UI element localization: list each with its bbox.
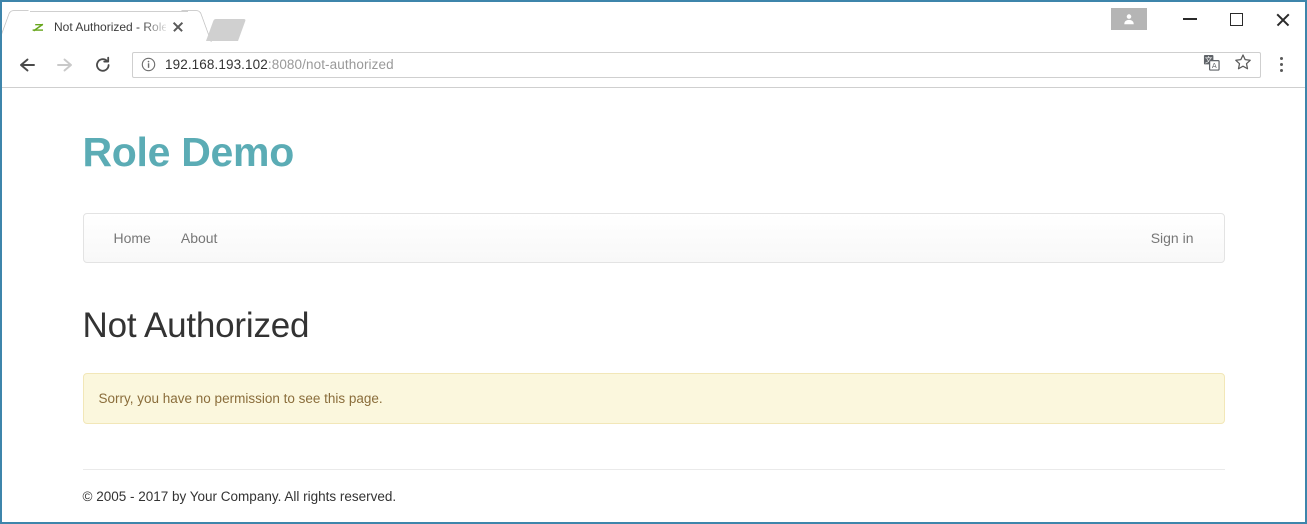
window-minimize-button[interactable] — [1167, 3, 1213, 35]
browser-window: Not Authorized - Role De — [0, 0, 1307, 524]
navbar-links: Home About — [99, 214, 233, 262]
footer-copyright: © 2005 - 2017 by Your Company. All right… — [83, 489, 1225, 504]
back-button[interactable] — [12, 50, 42, 80]
url-path: :8080/not-authorized — [268, 57, 394, 72]
browser-tab[interactable]: Not Authorized - Role De — [16, 10, 194, 42]
forward-button — [50, 50, 80, 80]
window-close-button[interactable] — [1259, 3, 1305, 35]
url-host: 192.168.193.102 — [165, 57, 268, 72]
address-bar-url: 192.168.193.102:8080/not-authorized — [165, 57, 394, 72]
new-tab-button[interactable] — [206, 19, 246, 41]
reload-button[interactable] — [88, 50, 118, 80]
footer-divider — [83, 469, 1225, 470]
nav-link-about[interactable]: About — [166, 214, 233, 262]
chrome-menu-button[interactable] — [1267, 50, 1295, 80]
page-viewport: Role Demo Home About Sign in Not Authori… — [2, 88, 1305, 522]
page-container: Role Demo Home About Sign in Not Authori… — [83, 88, 1225, 504]
translate-icon[interactable]: 文 A — [1203, 54, 1220, 76]
nav-link-home[interactable]: Home — [99, 214, 166, 262]
bookmark-star-icon[interactable] — [1234, 53, 1252, 76]
nav-link-sign-in[interactable]: Sign in — [1136, 214, 1209, 262]
navbar-right: Sign in — [1136, 214, 1209, 262]
warning-alert: Sorry, you have no permission to see thi… — [83, 373, 1225, 424]
window-maximize-button[interactable] — [1213, 3, 1259, 35]
warning-alert-text: Sorry, you have no permission to see thi… — [99, 391, 383, 406]
site-navbar: Home About Sign in — [83, 213, 1225, 263]
address-bar[interactable]: 192.168.193.102:8080/not-authorized 文 A — [132, 52, 1261, 78]
zend-framework-icon — [30, 19, 46, 35]
window-controls — [1111, 2, 1305, 36]
tab-close-icon[interactable] — [170, 19, 186, 35]
tab-title: Not Authorized - Role De — [54, 20, 166, 34]
profile-icon[interactable] — [1111, 8, 1147, 30]
page-title: Not Authorized — [83, 307, 1225, 346]
site-brand[interactable]: Role Demo — [83, 112, 1225, 175]
tab-strip: Not Authorized - Role De — [2, 2, 1305, 42]
info-circle-icon[interactable] — [141, 57, 156, 72]
svg-text:A: A — [1212, 61, 1217, 70]
browser-toolbar: 192.168.193.102:8080/not-authorized 文 A — [2, 42, 1305, 88]
